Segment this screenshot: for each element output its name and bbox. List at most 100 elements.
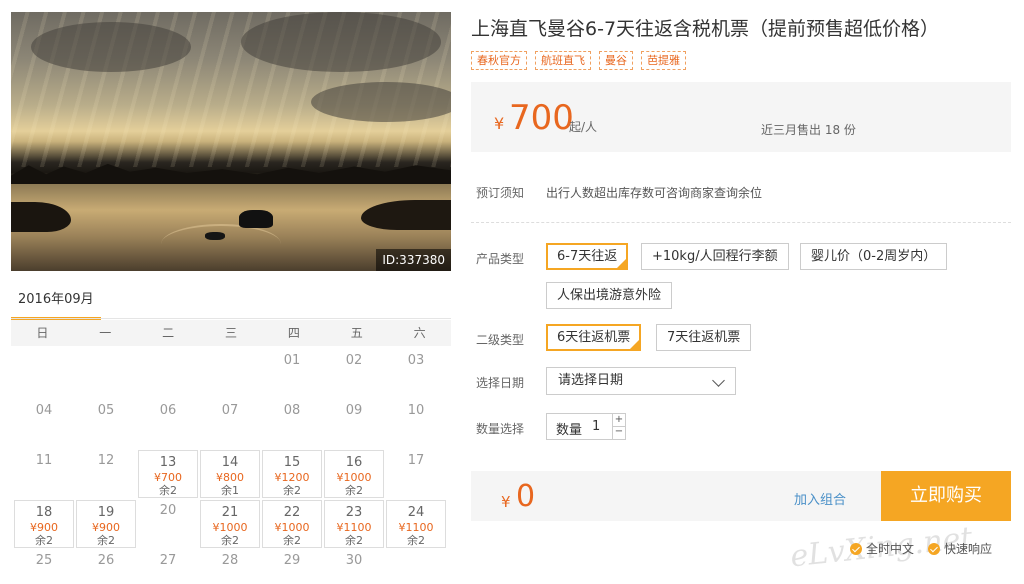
tag[interactable]: 航班直飞 [535, 51, 591, 70]
quantity-label: 数量选择 [476, 422, 525, 436]
calendar-day[interactable]: 24 ¥1100 余2 [386, 500, 446, 548]
date-select[interactable]: 请选择日期 [546, 367, 736, 395]
date-label: 选择日期 [476, 376, 525, 390]
option-6-7-day-roundtrip[interactable]: 6-7天往返 [546, 243, 629, 270]
calendar-day[interactable]: 18 ¥900 余2 [14, 500, 74, 548]
weekday: 五 [350, 326, 363, 340]
product-title: 上海直飞曼谷6-7天往返含税机票（提前预售超低价格） [471, 18, 940, 40]
notice-text: 出行人数超出库存数可咨询商家查询余位 [546, 186, 763, 200]
feature-label: 快速响应 [944, 542, 993, 556]
calendar-day: 28 [200, 550, 260, 584]
tag[interactable]: 芭提雅 [641, 51, 686, 70]
weekday: 一 [99, 326, 112, 340]
sold-count: 近三月售出 18 份 [761, 123, 856, 137]
calendar-day: 03 [386, 350, 446, 398]
calendar-day[interactable]: 13 ¥700 余2 [138, 450, 198, 498]
day-price: ¥800 [216, 471, 244, 484]
day-stock: 余2 [345, 484, 363, 497]
day-stock: 余2 [35, 534, 53, 547]
day-price: ¥900 [92, 521, 120, 534]
weekday: 四 [287, 326, 300, 340]
day-stock: 余2 [283, 484, 301, 497]
tag[interactable]: 春秋官方 [471, 51, 527, 70]
day-number: 04 [35, 403, 53, 418]
day-stock: 余1 [221, 484, 239, 497]
boat [239, 210, 273, 228]
day-number: 20 [159, 503, 177, 518]
day-price: ¥1000 [274, 521, 310, 534]
calendar-month-tab[interactable]: 2016年09月 [11, 288, 101, 320]
calendar-day: 20 [138, 500, 198, 548]
day-number: 27 [159, 553, 177, 568]
calendar-day[interactable]: 16 ¥1000 余2 [324, 450, 384, 498]
day-number: 18 [35, 505, 53, 520]
buy-now-button[interactable]: 立即购买 [881, 471, 1011, 521]
calendar-day: 11 [14, 450, 74, 498]
option-extra-luggage[interactable]: +10kg/人回程行李额 [641, 243, 789, 270]
day-price: ¥900 [30, 521, 58, 534]
calendar-day[interactable]: 22 ¥1000 余2 [262, 500, 322, 548]
day-number: 24 [407, 505, 425, 520]
day-number: 03 [407, 353, 425, 368]
calendar-day: 04 [14, 400, 74, 448]
day-number: 17 [407, 453, 425, 468]
calendar-day[interactable]: 21 ¥1000 余2 [200, 500, 260, 548]
day-number: 11 [35, 453, 53, 468]
calendar-day: 05 [76, 400, 136, 448]
day-number: 06 [159, 403, 177, 418]
add-combo-link[interactable]: 加入组合 [794, 489, 846, 508]
image-id-badge: ID:337380 [376, 249, 451, 271]
tag[interactable]: 曼谷 [599, 51, 633, 70]
day-stock: 余2 [221, 534, 239, 547]
calendar-day: 26 [76, 550, 136, 584]
weekday: 日 [36, 326, 49, 340]
day-stock: 余2 [97, 534, 115, 547]
day-number: 10 [407, 403, 425, 418]
weekday: 三 [225, 326, 238, 340]
day-number: 01 [283, 353, 301, 368]
calendar-day[interactable]: 15 ¥1200 余2 [262, 450, 322, 498]
date-select-value: 请选择日期 [558, 373, 624, 388]
option-travel-insurance[interactable]: 人保出境游意外险 [546, 282, 673, 309]
currency-symbol: ¥ [501, 493, 511, 511]
calendar-day: 17 [386, 450, 446, 498]
feature-item: 全时中文 [850, 540, 914, 557]
decrement-button[interactable]: − [612, 426, 625, 439]
day-number: 28 [221, 553, 239, 568]
day-number: 07 [221, 403, 239, 418]
option-6-day-ticket[interactable]: 6天往返机票 [546, 324, 642, 351]
cloud [311, 82, 451, 122]
calendar-day[interactable]: 19 ¥900 余2 [76, 500, 136, 548]
tag-list: 春秋官方 航班直飞 曼谷 芭提雅 [471, 51, 686, 70]
total-value: 0 [516, 479, 536, 514]
option-7-day-ticket[interactable]: 7天往返机票 [656, 324, 752, 351]
day-stock: 余2 [407, 534, 425, 547]
quantity-input[interactable]: 1 [592, 419, 600, 434]
day-price: ¥1100 [398, 521, 434, 534]
calendar-day: 07 [200, 400, 260, 448]
day-number: 05 [97, 403, 115, 418]
day-price: ¥1100 [336, 521, 372, 534]
quantity-field-label: 数量 [556, 423, 583, 438]
weekday: 六 [413, 326, 426, 340]
day-price: ¥1000 [212, 521, 248, 534]
divider [11, 318, 451, 319]
calendar-day: 25 [14, 550, 74, 584]
boat-wake [161, 224, 281, 264]
cloud [241, 12, 441, 72]
price-panel: ¥ 700 起/人 近三月售出 18 份 [471, 82, 1011, 152]
day-number: 30 [345, 553, 363, 568]
day-price: ¥1000 [336, 471, 372, 484]
calendar-day[interactable]: 23 ¥1100 余2 [324, 500, 384, 548]
product-photo: ID:337380 [11, 12, 451, 271]
calendar-day: 30 [324, 550, 384, 584]
calendar-day[interactable]: 14 ¥800 余1 [200, 450, 260, 498]
day-stock: 余2 [345, 534, 363, 547]
notice-label: 预订须知 [476, 186, 525, 200]
divider [471, 222, 1011, 223]
calendar-day: 27 [138, 550, 198, 584]
calendar-day: 08 [262, 400, 322, 448]
day-number: 09 [345, 403, 363, 418]
boat [205, 232, 225, 240]
option-infant-price[interactable]: 婴儿价（0-2周岁内） [800, 243, 948, 270]
